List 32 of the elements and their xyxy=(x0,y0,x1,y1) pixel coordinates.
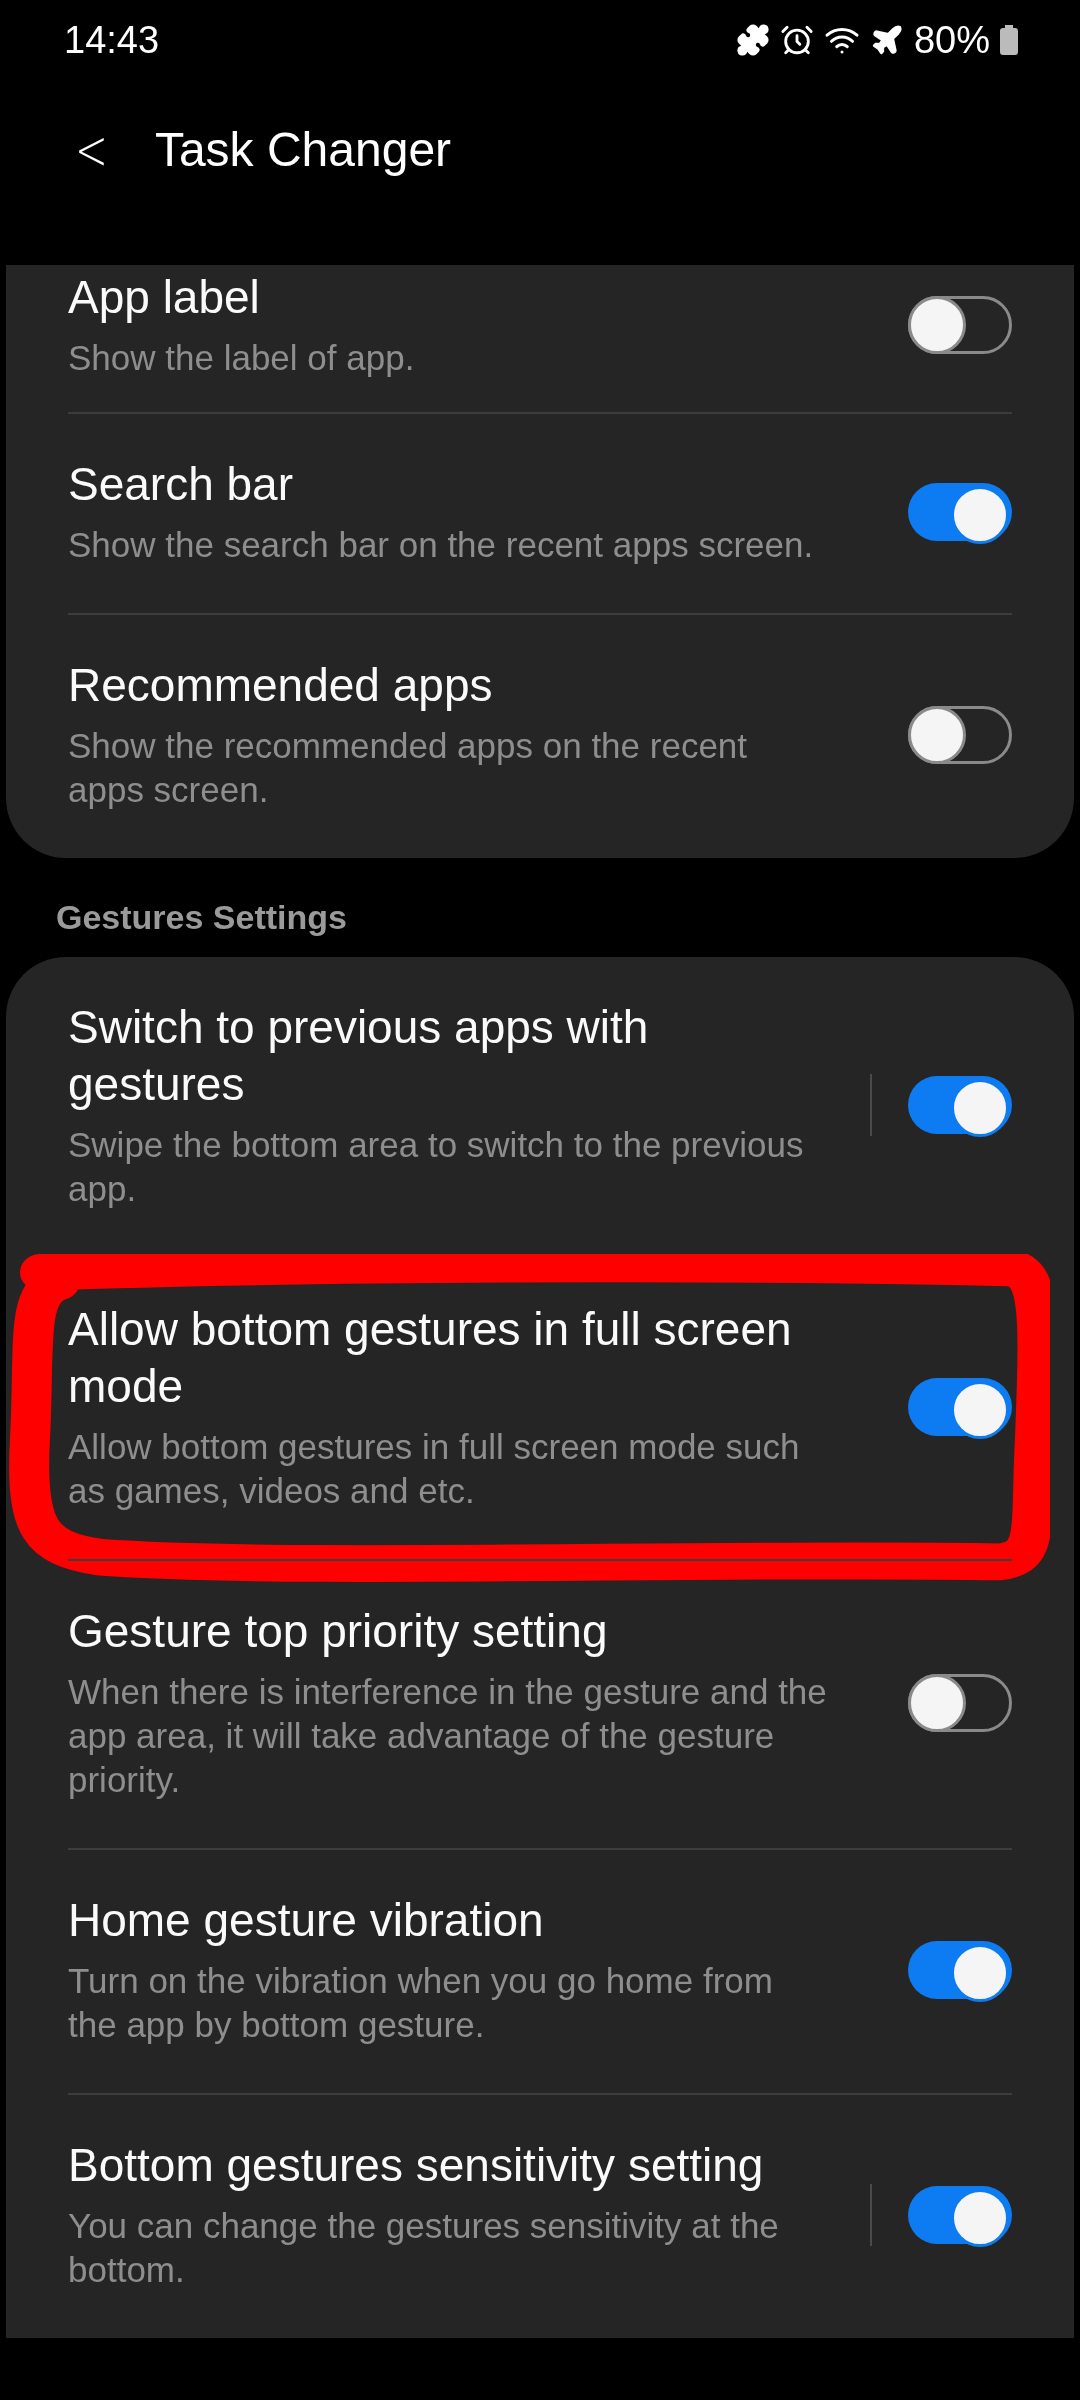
setting-description: Turn on the vibration when you go home from the app by bottom gesture. xyxy=(68,1960,774,2046)
toggle-switch[interactable] xyxy=(908,2185,1012,2244)
setting-description: Show the label of app. xyxy=(68,337,416,379)
setting-description: You can change the gestures sensitivity at the bottom. xyxy=(68,2205,780,2291)
setting-title: Gesture top priority setting xyxy=(68,1604,609,1659)
toggle-switch[interactable] xyxy=(908,1673,1012,1732)
page-title: Task Changer xyxy=(154,122,452,177)
setting-description: Swipe the bottom area to switch to the previous app. xyxy=(68,1124,805,1210)
toggle-switch[interactable] xyxy=(908,705,1012,764)
setting-title: Home gesture vibration xyxy=(68,1893,545,1948)
toggle-switch[interactable] xyxy=(908,1378,1012,1436)
toggle-switch[interactable] xyxy=(908,1940,1012,1999)
battery-percentage: 80% xyxy=(913,18,990,62)
setting-title: App label xyxy=(68,270,261,325)
toggle-switch[interactable] xyxy=(908,1076,1012,1134)
setting-description: Allow bottom gestures in full screen mode such as games, videos and etc. xyxy=(68,1426,801,1512)
section-header: Gestures Settings xyxy=(55,897,348,938)
setting-title: Search bar xyxy=(68,457,294,512)
setting-description: Show the search bar on the recent apps screen. xyxy=(68,524,815,566)
setting-title: Allow bottom gestures in full screen mode xyxy=(68,1302,793,1414)
puzzle-icon xyxy=(735,23,770,57)
toggle-switch[interactable] xyxy=(908,295,1012,354)
setting-description: When there is interference in the gesture and the app area, it will take advantage of the gesture priority. xyxy=(68,1671,828,1801)
toggle-switch[interactable] xyxy=(908,482,1012,541)
setting-title: Recommended apps xyxy=(68,658,494,713)
alarm-icon xyxy=(779,23,814,57)
setting-title: Bottom gestures sensitivity setting xyxy=(68,2138,765,2193)
battery-icon xyxy=(1000,25,1018,55)
status-time: 14:43 xyxy=(64,18,160,62)
setting-description: Show the recommended apps on the recent apps screen. xyxy=(68,725,749,811)
setting-title: Switch to previous apps with gestures xyxy=(68,1000,650,1112)
back-button[interactable]: < xyxy=(75,122,108,178)
